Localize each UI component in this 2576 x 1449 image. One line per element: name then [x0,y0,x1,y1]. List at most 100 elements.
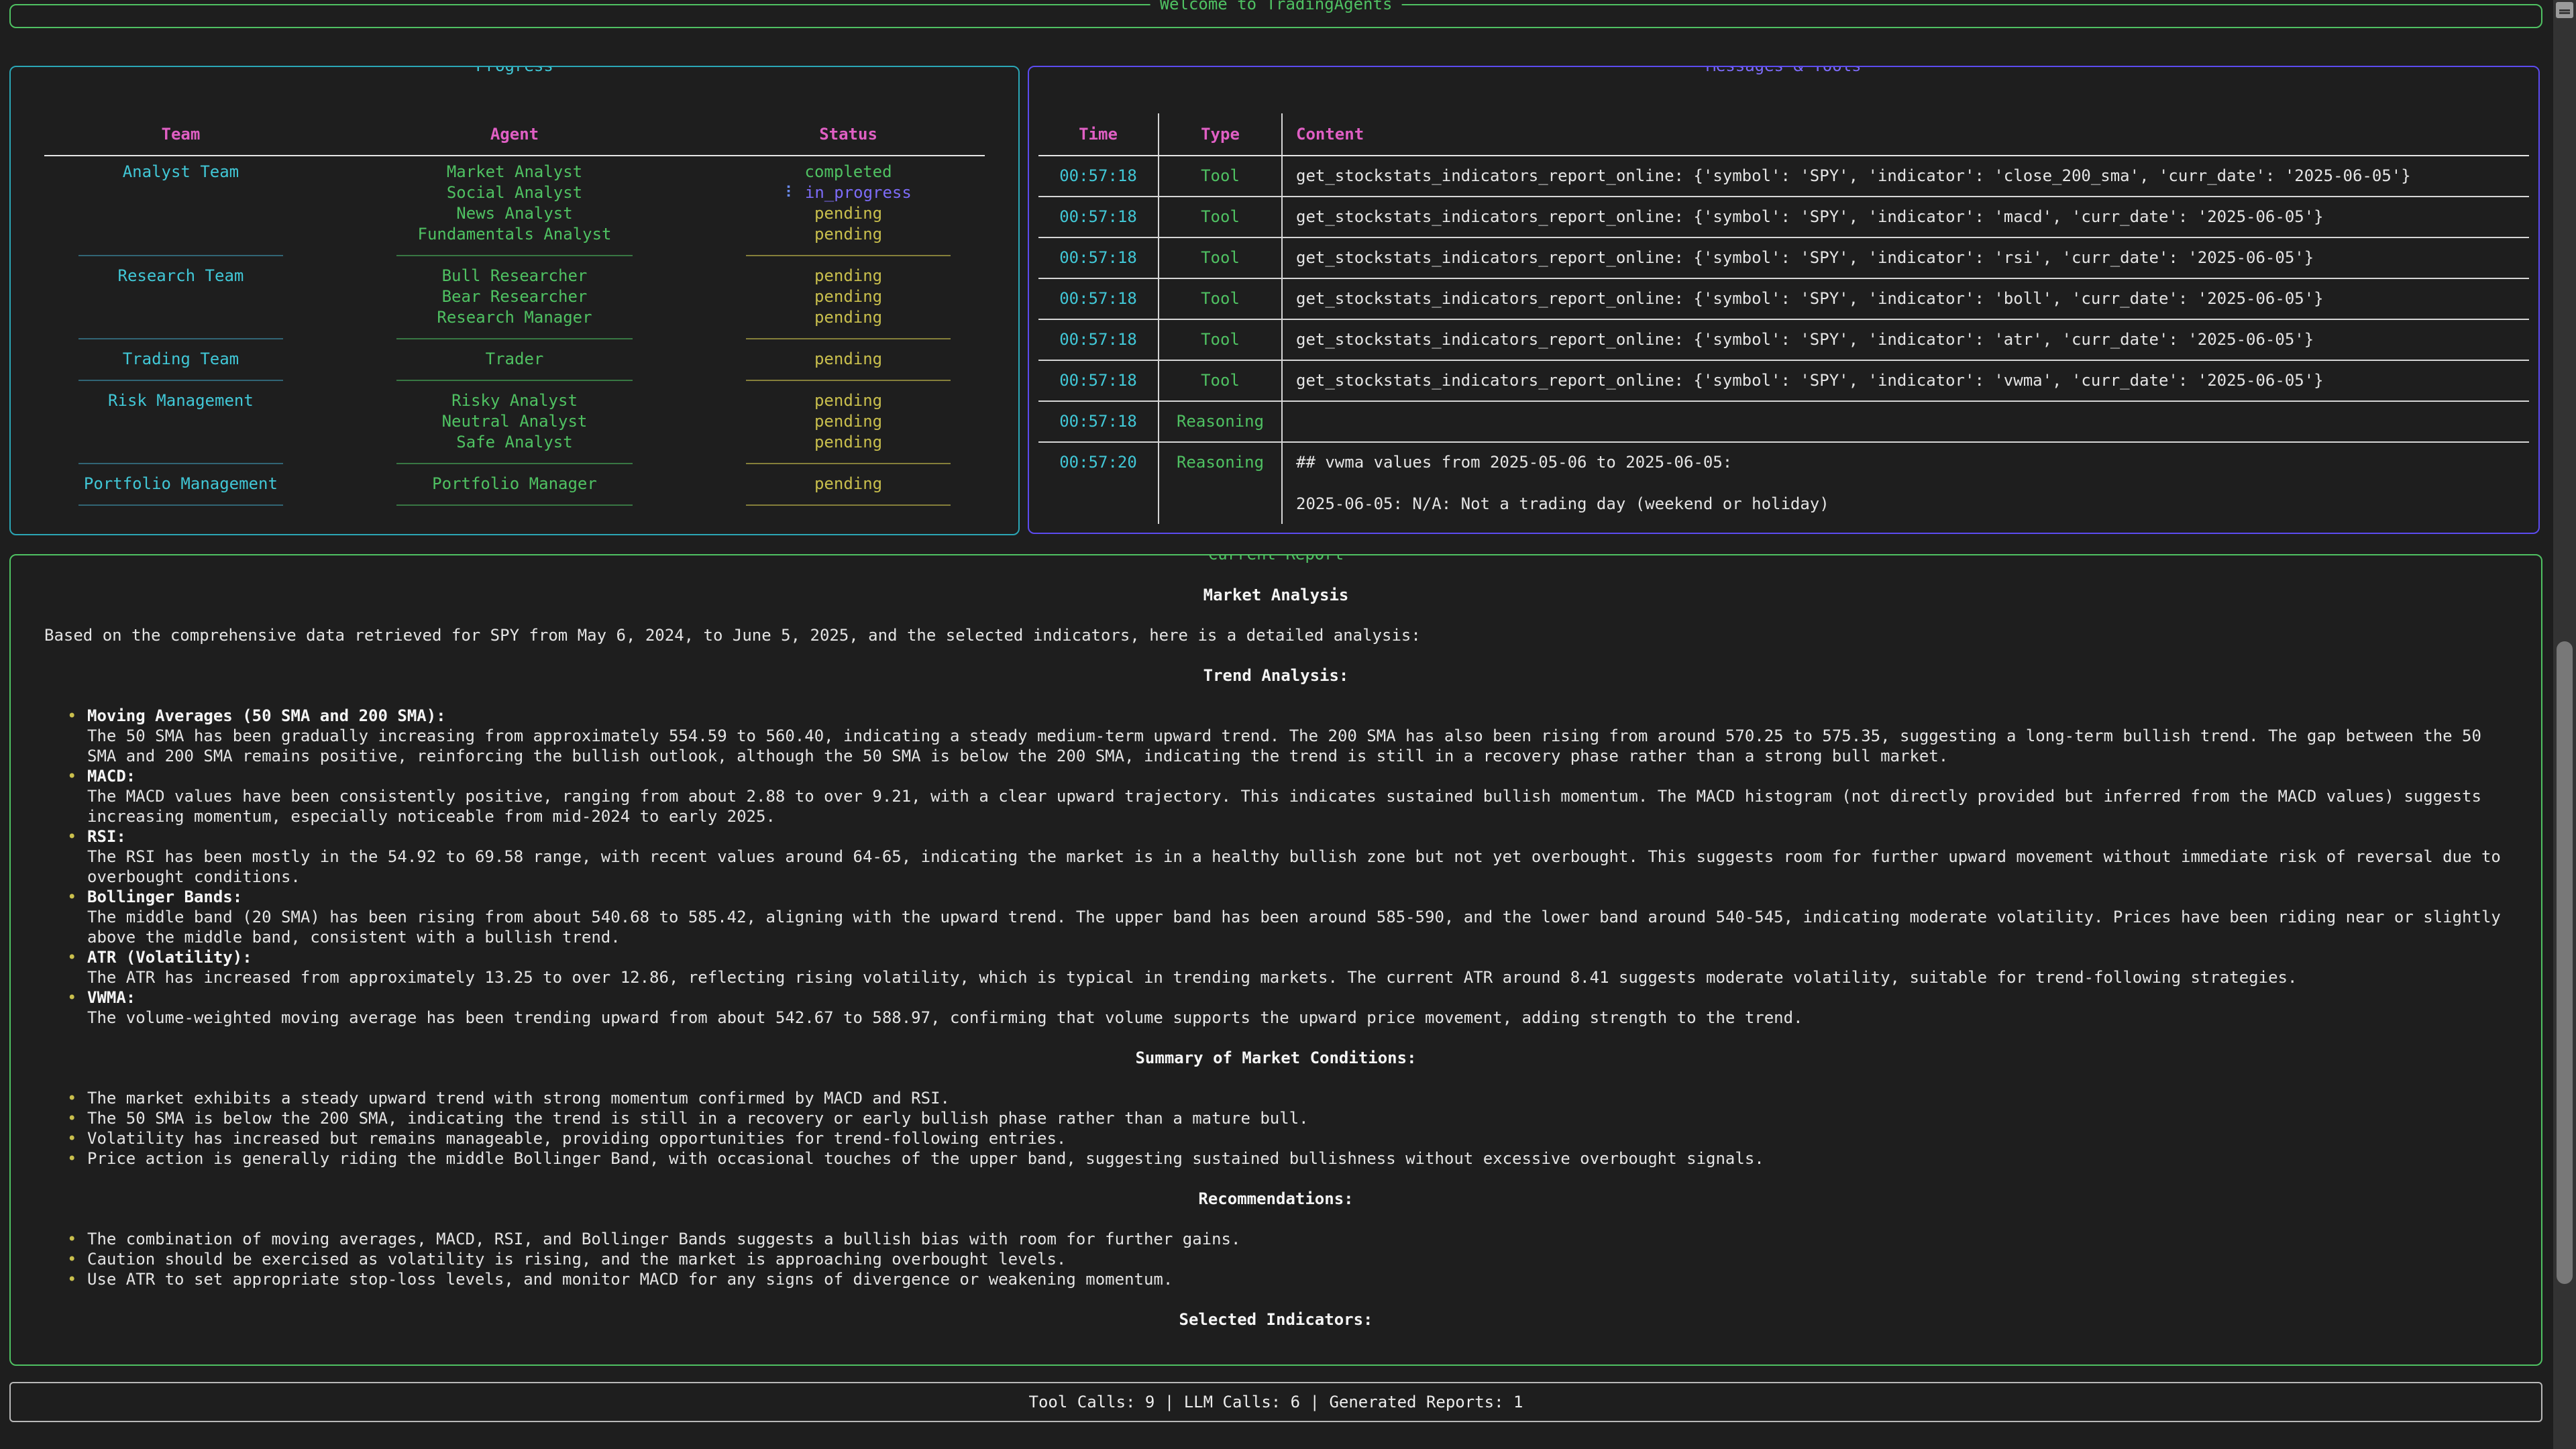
footer-stats-bar: Tool Calls: 9 | LLM Calls: 6 | Generated… [9,1382,2542,1422]
report-bullet-list: Moving Averages (50 SMA and 200 SMA):The… [44,706,2508,1028]
message-content: get_stockstats_indicators_report_online:… [1281,197,2529,237]
bullet-text: The RSI has been mostly in the 54.92 to … [87,847,2508,887]
status-cell: pending [693,224,1004,245]
messages-panel: Messages & Tools Time Type Content 00:57… [1028,66,2540,534]
progress-table-body: Analyst TeamMarket AnalystcompletedSocia… [25,162,1004,515]
message-content: ## vwma values from 2025-05-06 to 2025-0… [1281,443,2529,524]
agent-cell: Research Manager [336,307,693,328]
progress-row: Social Analyst ⠇ in_progress [25,182,1004,203]
agent-cell: Safe Analyst [336,432,693,453]
progress-row: Portfolio ManagementPortfolio Managerpen… [25,474,1004,494]
progress-header-row: Team Agent Status [25,113,1004,155]
report-section-heading: Recommendations: [44,1189,2508,1209]
message-type: Tool [1158,156,1281,196]
status-cell: pending [693,266,1004,286]
status-label: in_progress [805,183,912,202]
report-section-heading: Summary of Market Conditions: [44,1048,2508,1068]
message-time: 00:57:18 [1038,197,1158,237]
status-cell: pending [693,349,1004,370]
report-bullet: RSI:The RSI has been mostly in the 54.92… [67,826,2508,887]
message-type: Tool [1158,197,1281,237]
status-label: completed [805,162,892,181]
report-bullet-list: The combination of moving averages, MACD… [44,1229,2508,1289]
message-type: Reasoning [1158,402,1281,441]
report-bullet: The combination of moving averages, MACD… [67,1229,2508,1249]
status-label: pending [814,433,882,451]
message-content: get_stockstats_indicators_report_online:… [1281,156,2529,196]
team-cell [25,432,336,453]
message-row: 00:57:18Toolget_stockstats_indicators_re… [1038,156,2529,197]
braille-spinner-icon: ⠇ [785,183,797,202]
message-time: 00:57:18 [1038,156,1158,196]
team-cell [25,224,336,245]
progress-panel-title: Progress [466,66,563,76]
report-bullet: ATR (Volatility):The ATR has increased f… [67,947,2508,987]
report-body: Market Analysis Based on the comprehensi… [11,555,2541,1366]
message-type: Tool [1158,279,1281,319]
bullet-label: VWMA: [87,987,2508,1008]
status-label: pending [814,266,882,285]
report-bullet: MACD:The MACD values have been consisten… [67,766,2508,826]
progress-row: Bear Researcherpending [25,286,1004,307]
report-heading: Market Analysis [44,585,2508,605]
message-row: 00:57:18Toolget_stockstats_indicators_re… [1038,197,2529,238]
progress-row: Safe Analyst pending [25,432,1004,453]
progress-col-status: Status [693,125,1004,144]
report-bullet: Caution should be exercised as volatilit… [67,1249,2508,1269]
message-time: 00:57:20 [1038,443,1158,524]
team-group-separator [25,245,1004,266]
message-content: get_stockstats_indicators_report_online:… [1281,320,2529,360]
bullet-label: ATR (Volatility): [87,947,2508,967]
agent-cell: Neutral Analyst [336,411,693,432]
scrollbar-track[interactable] [2553,0,2576,1449]
messages-col-time: Time [1038,113,1158,155]
messages-col-type: Type [1158,113,1281,155]
team-group-separator [25,370,1004,390]
messages-col-content: Content [1281,113,2529,155]
team-cell [25,286,336,307]
report-bullet: The 50 SMA is below the 200 SMA, indicat… [67,1108,2508,1128]
report-bullet: The market exhibits a steady upward tren… [67,1088,2508,1108]
report-bullet: Price action is generally riding the mid… [67,1148,2508,1169]
bullet-text: The 50 SMA is below the 200 SMA, indicat… [87,1108,2508,1128]
report-bullet: Bollinger Bands:The middle band (20 SMA)… [67,887,2508,947]
message-row: 00:57:20Reasoning## vwma values from 202… [1038,443,2529,524]
scrollbar-thumb[interactable] [2557,641,2573,1284]
message-row: 00:57:18Reasoning [1038,402,2529,443]
message-content: get_stockstats_indicators_report_online:… [1281,279,2529,319]
progress-panel: Progress Team Agent Status Analyst TeamM… [9,66,1020,535]
status-label: pending [814,391,882,410]
status-cell: pending [693,307,1004,328]
message-time: 00:57:18 [1038,361,1158,400]
progress-row: Research Managerpending [25,307,1004,328]
bullet-text: The market exhibits a steady upward tren… [87,1088,2508,1108]
progress-header-separator [44,155,985,156]
scrollbar-menu-button[interactable] [2556,2,2573,18]
team-cell: Trading Team [25,349,336,370]
bullet-text: Use ATR to set appropriate stop-loss lev… [87,1269,2508,1289]
bullet-text: Price action is generally riding the mid… [87,1148,2508,1169]
bullet-text: The 50 SMA has been gradually increasing… [87,726,2508,766]
message-time: 00:57:18 [1038,279,1158,319]
bullet-label: Moving Averages (50 SMA and 200 SMA): [87,706,2508,726]
message-content: get_stockstats_indicators_report_online:… [1281,361,2529,400]
status-label: pending [814,204,882,223]
message-row: 00:57:18Toolget_stockstats_indicators_re… [1038,279,2529,320]
team-group-separator [25,494,1004,515]
team-cell [25,182,336,203]
agent-cell: Fundamentals Analyst [336,224,693,245]
footer-stats-text: Tool Calls: 9 | LLM Calls: 6 | Generated… [1029,1393,1523,1411]
bullet-label: RSI: [87,826,2508,847]
messages-table-body: 00:57:18Toolget_stockstats_indicators_re… [1038,156,2529,524]
status-cell: ⠇ in_progress [693,182,1004,203]
team-cell: Analyst Team [25,162,336,182]
status-label: pending [814,474,882,493]
messages-panel-title: Messages & Tools [1697,66,1870,76]
current-report-panel: Current Report Market Analysis Based on … [9,554,2542,1366]
report-bullet: Use ATR to set appropriate stop-loss lev… [67,1269,2508,1289]
agent-cell: Social Analyst [336,182,693,203]
progress-row: Analyst TeamMarket Analystcompleted [25,162,1004,182]
status-cell: pending [693,411,1004,432]
message-content [1281,402,2529,441]
message-time: 00:57:18 [1038,402,1158,441]
